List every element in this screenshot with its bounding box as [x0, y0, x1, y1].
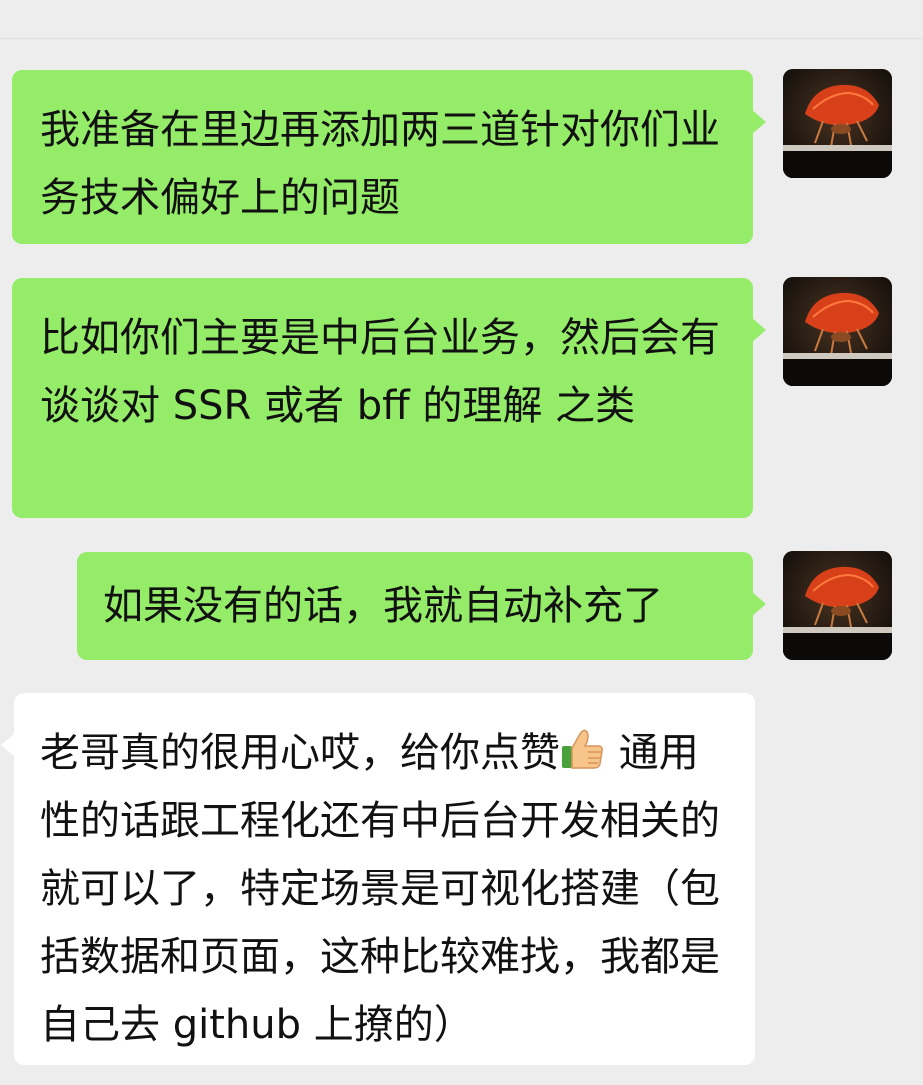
- avatar[interactable]: [783, 551, 892, 660]
- thumbs-up-icon: [560, 726, 606, 772]
- message-text-2: 比如你们主要是中后台业务，然后会有谈谈对 SSR 或者 bff 的理解 之类: [40, 315, 720, 429]
- leaf-insect-avatar-icon: [783, 69, 892, 178]
- message-text-3: 如果没有的话，我就自动补充了: [103, 583, 663, 629]
- leaf-insect-avatar-icon: [783, 277, 892, 386]
- message-bubble-2[interactable]: 比如你们主要是中后台业务，然后会有谈谈对 SSR 或者 bff 的理解 之类: [12, 278, 766, 518]
- message-bubble-4[interactable]: 老哥真的很用心哎，给你点赞 通用性的话跟工程化还有中后台开发相关的就可以了，特定…: [1, 693, 755, 1065]
- leaf-insect-avatar-icon: [783, 551, 892, 660]
- avatar[interactable]: [783, 277, 892, 386]
- message-text-1: 我准备在里边再添加两三道针对你们业务技术偏好上的问题: [40, 107, 720, 221]
- chat-top-bar: [0, 0, 923, 39]
- message-bubble-1[interactable]: 我准备在里边再添加两三道针对你们业务技术偏好上的问题: [12, 70, 766, 244]
- message-text-4-part-2: 通用性的话跟工程化还有中后台开发相关的就可以了，特定场景是可视化搭建（包括数据和…: [40, 730, 720, 1048]
- message-bubble-3[interactable]: 如果没有的话，我就自动补充了: [77, 552, 766, 660]
- message-text-4-part-1: 老哥真的很用心哎，给你点赞: [40, 730, 560, 776]
- avatar[interactable]: [783, 69, 892, 178]
